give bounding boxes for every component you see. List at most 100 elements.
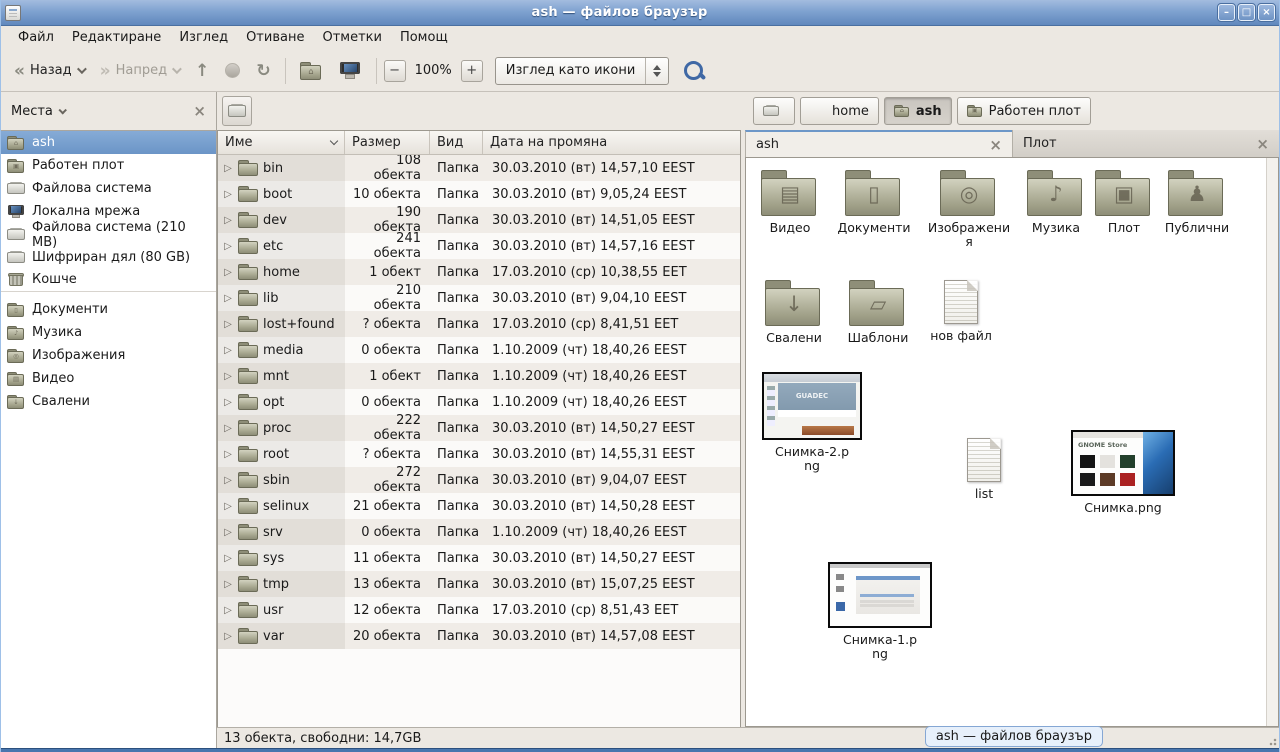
filesystem-root-button[interactable] — [222, 96, 252, 126]
file-icon-item[interactable]: нов файл — [919, 280, 1003, 343]
sidebar-item[interactable]: Файлова система (210 MB) — [1, 223, 216, 246]
sidebar-item[interactable]: Файлова система — [1, 177, 216, 200]
table-row[interactable]: ▷ media 0 обекта Папка 1.10.2009 (чт) 18… — [218, 337, 740, 363]
expander-icon[interactable]: ▷ — [222, 475, 234, 486]
home-button[interactable] — [293, 57, 330, 85]
titlebar[interactable]: ash — файлов браузър – □ × — [1, 0, 1279, 26]
file-icon-item[interactable]: Свалени — [752, 280, 836, 345]
sidebar-item[interactable]: Музика — [1, 321, 216, 344]
expander-icon[interactable]: ▷ — [222, 293, 234, 304]
table-row[interactable]: ▷ home 1 обект Папка 17.03.2010 (ср) 10,… — [218, 259, 740, 285]
expander-icon[interactable]: ▷ — [222, 215, 234, 226]
table-row[interactable]: ▷ mnt 1 обект Папка 1.10.2009 (чт) 18,40… — [218, 363, 740, 389]
expander-icon[interactable]: ▷ — [222, 631, 234, 642]
table-row[interactable]: ▷ usr 12 обекта Папка 17.03.2010 (ср) 8,… — [218, 597, 740, 623]
breadcrumb-button[interactable]: home — [800, 97, 879, 125]
column-header-name[interactable]: Име — [218, 131, 345, 154]
stop-button[interactable] — [218, 58, 247, 83]
expander-icon[interactable]: ▷ — [222, 345, 234, 356]
table-row[interactable]: ▷ bin 108 обекта Папка 30.03.2010 (вт) 1… — [218, 155, 740, 181]
expander-icon[interactable]: ▷ — [222, 189, 234, 200]
window-menu-icon[interactable] — [5, 5, 21, 21]
reload-button[interactable]: ↻ — [249, 58, 277, 84]
table-row[interactable]: ▷ sys 11 обекта Папка 30.03.2010 (вт) 14… — [218, 545, 740, 571]
table-row[interactable]: ▷ tmp 13 обекта Папка 30.03.2010 (вт) 15… — [218, 571, 740, 597]
file-icon-item[interactable]: Документи — [832, 170, 916, 235]
expander-icon[interactable]: ▷ — [222, 319, 234, 330]
breadcrumb-button[interactable] — [753, 97, 795, 125]
sidebar-item[interactable]: Свалени — [1, 390, 216, 413]
table-row[interactable]: ▷ root ? обекта Папка 30.03.2010 (вт) 14… — [218, 441, 740, 467]
sidebar-item[interactable]: Кошче — [1, 269, 216, 292]
search-icon[interactable] — [681, 58, 707, 84]
expander-icon[interactable]: ▷ — [222, 241, 234, 252]
table-row[interactable]: ▷ proc 222 обекта Папка 30.03.2010 (вт) … — [218, 415, 740, 441]
expander-icon[interactable]: ▷ — [222, 423, 234, 434]
tab[interactable]: ash × — [745, 130, 1012, 157]
expander-icon[interactable]: ▷ — [222, 449, 234, 460]
tab-close-icon[interactable]: × — [989, 138, 1002, 152]
up-button[interactable]: ↑ — [188, 58, 216, 84]
expander-icon[interactable]: ▷ — [222, 371, 234, 382]
table-row[interactable]: ▷ lost+found ? обекта Папка 17.03.2010 (… — [218, 311, 740, 337]
column-header-type[interactable]: Вид — [430, 131, 483, 154]
table-row[interactable]: ▷ boot 10 обекта Папка 30.03.2010 (вт) 9… — [218, 181, 740, 207]
breadcrumb-button[interactable]: ash — [884, 97, 952, 125]
minimize-button[interactable]: – — [1218, 4, 1235, 21]
file-icon-item[interactable]: Плот — [1082, 170, 1166, 235]
vertical-scrollbar[interactable] — [1266, 158, 1278, 726]
file-icon-item[interactable]: Публични — [1155, 170, 1239, 235]
view-mode-combobox[interactable]: Изглед като икони — [495, 57, 670, 85]
expander-icon[interactable]: ▷ — [222, 267, 234, 278]
menu-item[interactable]: Отиване — [237, 27, 313, 48]
column-header-date[interactable]: Дата на промяна — [483, 131, 740, 154]
table-row[interactable]: ▷ selinux 21 обекта Папка 30.03.2010 (вт… — [218, 493, 740, 519]
menu-item[interactable]: Помощ — [391, 27, 457, 48]
expander-icon[interactable]: ▷ — [222, 605, 234, 616]
zoom-out-button[interactable]: − — [384, 60, 406, 82]
expander-icon[interactable]: ▷ — [222, 527, 234, 538]
sidebar-item[interactable]: Шифриран дял (80 GB) — [1, 246, 216, 269]
forward-history-chevron-icon[interactable] — [172, 64, 182, 74]
expander-icon[interactable]: ▷ — [222, 163, 234, 174]
sidebar-close-icon[interactable]: × — [193, 104, 206, 118]
expander-icon[interactable]: ▷ — [222, 553, 234, 564]
maximize-button[interactable]: □ — [1238, 4, 1255, 21]
menu-item[interactable]: Изглед — [170, 27, 237, 48]
table-row[interactable]: ▷ etc 241 обекта Папка 30.03.2010 (вт) 1… — [218, 233, 740, 259]
menu-item[interactable]: Редактиране — [63, 27, 170, 48]
breadcrumb-button[interactable]: Работен плот — [957, 97, 1091, 125]
forward-button[interactable]: » Напред — [93, 58, 186, 84]
column-header-size[interactable]: Размер — [345, 131, 430, 154]
close-button[interactable]: × — [1258, 4, 1275, 21]
back-button[interactable]: « Назад — [7, 58, 91, 84]
sidebar-item[interactable]: Видео — [1, 367, 216, 390]
tab-close-icon[interactable]: × — [1256, 137, 1269, 151]
sidebar-item[interactable]: Изображения — [1, 344, 216, 367]
table-row[interactable]: ▷ sbin 272 обекта Папка 30.03.2010 (вт) … — [218, 467, 740, 493]
file-icon-item[interactable]: Снимка-2.png — [757, 372, 867, 474]
expander-icon[interactable]: ▷ — [222, 397, 234, 408]
table-row[interactable]: ▷ lib 210 обекта Папка 30.03.2010 (вт) 9… — [218, 285, 740, 311]
sidebar-item[interactable]: Документи — [1, 298, 216, 321]
sidebar-chevron-icon[interactable] — [58, 106, 66, 114]
zoom-in-button[interactable]: + — [461, 60, 483, 82]
sidebar-item[interactable]: Работен плот — [1, 154, 216, 177]
file-icon-item[interactable]: Снимка.png — [1068, 430, 1178, 515]
resize-grip[interactable] — [1265, 734, 1277, 746]
file-icon-item[interactable]: Шаблони — [836, 280, 920, 345]
table-row[interactable]: ▷ opt 0 обекта Папка 1.10.2009 (чт) 18,4… — [218, 389, 740, 415]
tab[interactable]: Плот × — [1012, 130, 1279, 157]
sidebar-item[interactable]: ash — [1, 131, 216, 154]
computer-button[interactable] — [332, 57, 369, 85]
table-row[interactable]: ▷ var 20 обекта Папка 30.03.2010 (вт) 14… — [218, 623, 740, 649]
file-icon-item[interactable]: Снимка-1.png — [825, 562, 935, 662]
table-row[interactable]: ▷ dev 190 обекта Папка 30.03.2010 (вт) 1… — [218, 207, 740, 233]
back-history-chevron-icon[interactable] — [77, 64, 87, 74]
expander-icon[interactable]: ▷ — [222, 579, 234, 590]
table-row[interactable]: ▷ srv 0 обекта Папка 1.10.2009 (чт) 18,4… — [218, 519, 740, 545]
expander-icon[interactable]: ▷ — [222, 501, 234, 512]
menu-item[interactable]: Отметки — [313, 27, 390, 48]
file-icon-item[interactable]: Изображения — [927, 170, 1011, 250]
menu-item[interactable]: Файл — [9, 27, 63, 48]
